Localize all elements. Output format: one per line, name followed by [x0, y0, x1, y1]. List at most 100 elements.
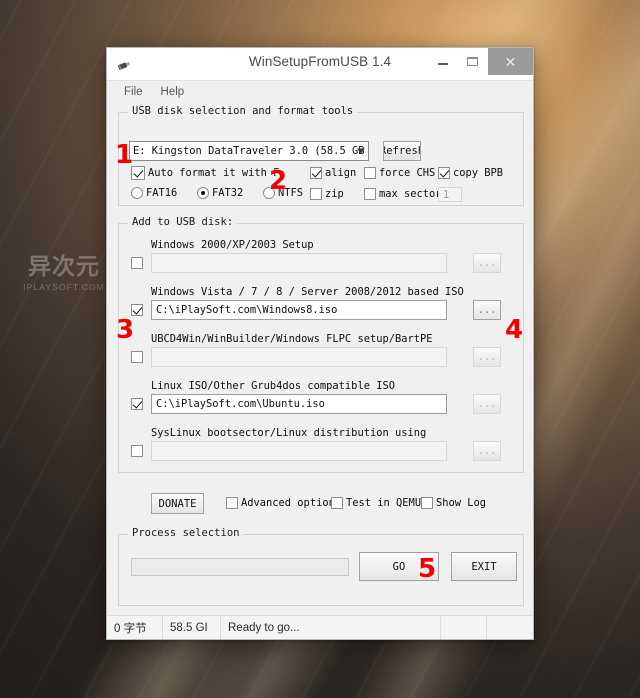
annotation-1: 1 — [115, 140, 134, 170]
close-icon: ✕ — [504, 53, 517, 70]
winsetupfromusb-window: WinSetupFromUSB 1.4 ✕ File Help USB disk… — [106, 47, 534, 640]
test-in-qemu-checkbox-box — [331, 497, 343, 509]
go-button-label: GO — [392, 560, 406, 573]
minimize-button[interactable] — [427, 48, 458, 75]
zip-checkbox[interactable]: zip — [310, 188, 344, 200]
radio-fat32[interactable]: FAT32 — [197, 187, 243, 199]
annotation-2: 2 — [269, 166, 288, 196]
source-checkbox-winxp-box — [131, 257, 143, 269]
align-checkbox-label: align — [325, 167, 357, 179]
source-checkbox-ubcd4win-box — [131, 351, 143, 363]
exit-button[interactable]: EXIT — [451, 552, 517, 581]
source-browse-label-syslinux: ... — [477, 445, 497, 457]
force-chs-checkbox-box — [364, 167, 376, 179]
source-label-vista7810: Windows Vista / 7 / 8 / Server 2008/2012… — [151, 286, 464, 298]
zip-checkbox-box — [310, 188, 322, 200]
auto-format-checkbox-box — [131, 166, 145, 180]
radio-fat16-circle — [131, 187, 143, 199]
source-checkbox-linux-iso-box — [131, 398, 143, 410]
source-path-input-linux-iso[interactable]: C:\iPlaySoft.com\Ubuntu.iso — [151, 394, 447, 414]
chevron-down-icon — [357, 148, 365, 154]
annotation-3: 3 — [116, 315, 135, 345]
process-selection-group-legend: Process selection — [128, 527, 244, 539]
force-chs-checkbox[interactable]: force CHS — [364, 167, 435, 179]
source-label-linux-iso: Linux ISO/Other Grub4dos compatible ISO — [151, 380, 395, 392]
source-browse-label-ubcd4win: ... — [477, 351, 497, 363]
zip-checkbox-label: zip — [325, 188, 344, 200]
source-label-ubcd4win: UBCD4Win/WinBuilder/Windows FLPC setup/B… — [151, 333, 433, 345]
process-progress-bar — [131, 558, 349, 576]
menu-item-file[interactable]: File — [115, 86, 152, 98]
advanced-options-checkbox-label: Advanced options — [241, 497, 342, 509]
source-browse-label-linux-iso: ... — [477, 398, 497, 410]
advanced-options-checkbox[interactable]: Advanced options — [226, 497, 341, 509]
status-pad-1 — [441, 616, 487, 639]
usb-disk-group-legend: USB disk selection and format tools — [128, 105, 358, 117]
annotation-5: 5 — [418, 554, 437, 584]
source-checkbox-winxp[interactable] — [131, 257, 146, 269]
source-path-value-vista7810: C:\iPlaySoft.com\Windows8.iso — [156, 304, 338, 316]
refresh-button-label: Refresh — [384, 145, 420, 157]
test-in-qemu-checkbox-label: Test in QEMU — [346, 497, 422, 509]
watermark-chinese-text: 异次元 — [28, 254, 100, 280]
auto-format-checkbox[interactable]: Auto format it with F — [131, 166, 279, 180]
show-log-checkbox-label: Show Log — [436, 497, 487, 509]
copy-bpb-checkbox-box — [438, 167, 450, 179]
site-watermark: 异次元 IPLAYSOFT.COM — [18, 255, 110, 292]
copy-bpb-checkbox-label: copy BPB — [453, 167, 504, 179]
status-bar: 0 字节 58.5 GI Ready to go... — [107, 615, 533, 639]
source-path-input-winxp[interactable] — [151, 253, 447, 273]
radio-fat16[interactable]: FAT16 — [131, 187, 177, 199]
max-sector-value-input[interactable]: 1 — [438, 187, 462, 202]
align-checkbox[interactable]: align — [310, 167, 356, 179]
close-button[interactable]: ✕ — [488, 48, 533, 75]
add-to-usb-group-legend: Add to USB disk: — [128, 216, 238, 228]
source-browse-button-vista7810[interactable]: ... — [473, 300, 501, 320]
title-bar: WinSetupFromUSB 1.4 ✕ — [107, 48, 533, 81]
source-browse-button-winxp[interactable]: ... — [473, 253, 501, 273]
status-message: Ready to go... — [221, 616, 441, 639]
source-browse-button-syslinux[interactable]: ... — [473, 441, 501, 461]
advanced-options-checkbox-box — [226, 497, 238, 509]
max-sector-checkbox-label: max sector — [379, 188, 442, 200]
status-pad-2 — [487, 616, 533, 639]
menu-item-help[interactable]: Help — [152, 86, 194, 98]
source-browse-button-linux-iso[interactable]: ... — [473, 394, 501, 414]
maximize-button[interactable] — [457, 48, 488, 75]
usb-drive-select[interactable]: E: Kingston DataTraveler 3.0 (58.5 GB To… — [129, 141, 369, 161]
menu-bar: File Help — [107, 81, 533, 104]
test-in-qemu-checkbox[interactable]: Test in QEMU — [331, 497, 421, 509]
show-log-checkbox[interactable]: Show Log — [421, 497, 486, 509]
source-browse-button-ubcd4win[interactable]: ... — [473, 347, 501, 367]
show-log-checkbox-box — [421, 497, 433, 509]
refresh-button[interactable]: Refresh — [383, 141, 421, 161]
source-path-input-vista7810[interactable]: C:\iPlaySoft.com\Windows8.iso — [151, 300, 447, 320]
source-checkbox-ubcd4win[interactable] — [131, 351, 146, 363]
annotation-4: 4 — [505, 315, 524, 345]
usb-drive-select-value: E: Kingston DataTraveler 3.0 (58.5 GB To… — [133, 145, 368, 157]
source-label-winxp: Windows 2000/XP/2003 Setup — [151, 239, 314, 251]
source-label-syslinux: SysLinux bootsector/Linux distribution u… — [151, 427, 427, 439]
source-browse-label-winxp: ... — [477, 257, 497, 269]
source-checkbox-linux-iso[interactable] — [131, 398, 146, 410]
donate-button-label: DONATE — [158, 497, 197, 510]
source-path-input-syslinux[interactable] — [151, 441, 447, 461]
watermark-domain-text: IPLAYSOFT.COM — [23, 282, 105, 293]
source-checkbox-syslinux[interactable] — [131, 445, 146, 457]
radio-fat16-label: FAT16 — [146, 187, 178, 199]
force-chs-checkbox-label: force CHS — [379, 167, 436, 179]
maximize-icon — [467, 57, 478, 66]
source-path-value-linux-iso: C:\iPlaySoft.com\Ubuntu.iso — [156, 398, 325, 410]
max-sector-checkbox-box — [364, 188, 376, 200]
source-path-input-ubcd4win[interactable] — [151, 347, 447, 367]
max-sector-checkbox[interactable]: max sector — [364, 188, 442, 200]
source-checkbox-syslinux-box — [131, 445, 143, 457]
donate-button[interactable]: DONATE — [151, 493, 204, 514]
radio-fat32-label: FAT32 — [212, 187, 244, 199]
client-area: USB disk selection and format tools E: K… — [107, 103, 533, 615]
exit-button-label: EXIT — [471, 560, 497, 573]
source-browse-label-vista7810: ... — [477, 304, 497, 316]
auto-format-checkbox-label: Auto format it with F — [148, 167, 280, 179]
max-sector-value: 1 — [443, 188, 450, 201]
copy-bpb-checkbox[interactable]: copy BPB — [438, 167, 503, 179]
